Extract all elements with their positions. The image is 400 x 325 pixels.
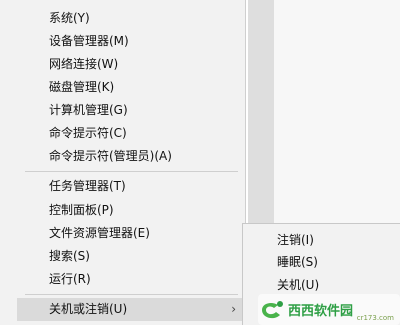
menu-item-label: 计算机管理(G) bbox=[49, 103, 128, 117]
menu-item-label: 搜索(S) bbox=[49, 249, 90, 263]
menu-item-label: 关机或注销(U) bbox=[49, 302, 128, 316]
menu-item-label: 系统(Y) bbox=[49, 11, 90, 25]
menu-item-network-connections[interactable]: 网络连接(W) bbox=[17, 53, 246, 76]
menu-item-label: 命令提示符(管理员)(A) bbox=[49, 149, 172, 163]
watermark-logo: 西西软件园 cr173.com bbox=[258, 294, 400, 325]
menu-item-command-prompt-admin[interactable]: 命令提示符(管理员)(A) bbox=[17, 145, 246, 168]
background-left bbox=[0, 0, 17, 325]
menu-item-search[interactable]: 搜索(S) bbox=[17, 245, 246, 268]
menu-separator bbox=[25, 294, 238, 295]
menu-item-label: 网络连接(W) bbox=[49, 57, 119, 71]
menu-item-label: 控制面板(P) bbox=[49, 203, 114, 217]
submenu-item-sleep[interactable]: 睡眠(S) bbox=[243, 251, 400, 273]
menu-separator bbox=[25, 171, 238, 172]
menu-item-label: 文件资源管理器(E) bbox=[49, 226, 150, 240]
background-block bbox=[248, 0, 274, 224]
menu-item-label: 磁盘管理(K) bbox=[49, 80, 115, 94]
menu-item-task-manager[interactable]: 任务管理器(T) bbox=[17, 175, 246, 198]
menu-item-device-manager[interactable]: 设备管理器(M) bbox=[17, 30, 246, 53]
menu-item-system[interactable]: 系统(Y) bbox=[17, 7, 246, 30]
menu-item-label: 设备管理器(M) bbox=[49, 34, 129, 48]
submenu-item-label: 注销(I) bbox=[277, 233, 314, 247]
submenu-item-label: 关机(U) bbox=[277, 278, 320, 292]
submenu-item-shutdown[interactable]: 关机(U) bbox=[243, 274, 400, 296]
menu-item-run[interactable]: 运行(R) bbox=[17, 268, 246, 291]
submenu-item-signout[interactable]: 注销(I) bbox=[243, 229, 400, 251]
chevron-right-icon: › bbox=[231, 302, 236, 316]
watermark-icon bbox=[262, 300, 283, 318]
watermark-text: 西西软件园 bbox=[288, 304, 354, 319]
menu-item-control-panel[interactable]: 控制面板(P) bbox=[17, 199, 246, 222]
menu-item-label: 命令提示符(C) bbox=[49, 126, 127, 140]
menu-item-label: 任务管理器(T) bbox=[49, 179, 126, 193]
menu-item-computer-management[interactable]: 计算机管理(G) bbox=[17, 99, 246, 122]
submenu-item-label: 睡眠(S) bbox=[277, 255, 318, 269]
power-user-menu: 系统(Y) 设备管理器(M) 网络连接(W) 磁盘管理(K) 计算机管理(G) … bbox=[17, 0, 246, 325]
menu-item-shutdown-signout[interactable]: 关机或注销(U) › bbox=[17, 298, 246, 321]
menu-item-command-prompt[interactable]: 命令提示符(C) bbox=[17, 122, 246, 145]
menu-item-label: 运行(R) bbox=[49, 272, 91, 286]
menu-item-disk-management[interactable]: 磁盘管理(K) bbox=[17, 76, 246, 99]
watermark-subtext: cr173.com bbox=[356, 314, 394, 322]
desktop-area: 系统(Y) 设备管理器(M) 网络连接(W) 磁盘管理(K) 计算机管理(G) … bbox=[0, 0, 400, 325]
menu-item-file-explorer[interactable]: 文件资源管理器(E) bbox=[17, 222, 246, 245]
